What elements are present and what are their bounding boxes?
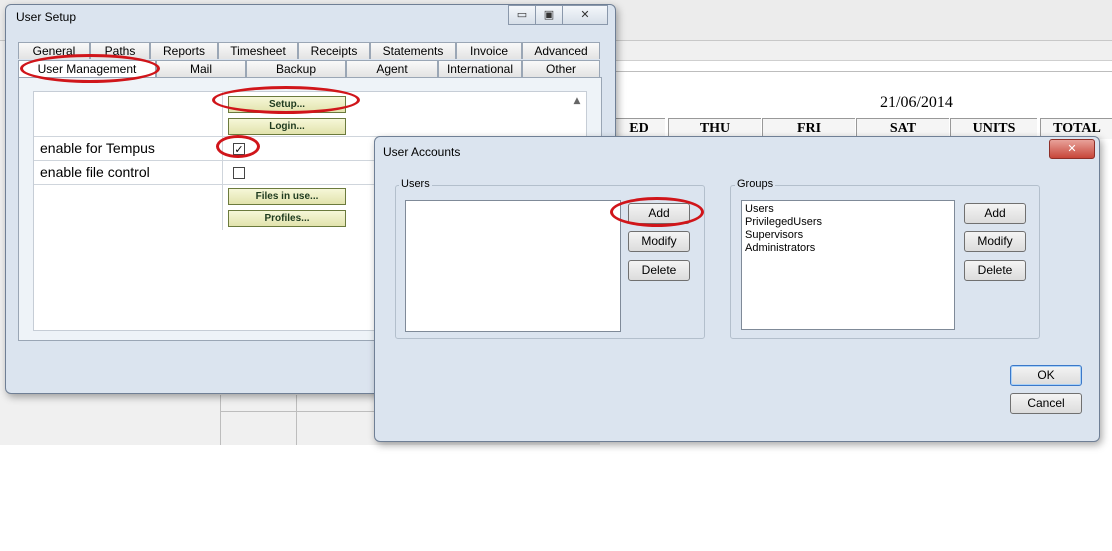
list-item[interactable]: Supervisors: [742, 229, 954, 242]
maximize-button[interactable]: ▣: [535, 5, 563, 25]
add-group-button[interactable]: Add: [964, 203, 1026, 224]
list-item[interactable]: PrivilegedUsers: [742, 216, 954, 229]
tab-international[interactable]: International: [438, 60, 522, 77]
checkmark-icon: ✓: [234, 143, 244, 156]
tab-user-management[interactable]: User Management: [18, 60, 156, 77]
groups-list[interactable]: Users PrivilegedUsers Supervisors Admini…: [741, 200, 955, 330]
tab-invoice[interactable]: Invoice: [456, 42, 522, 59]
tab-paths[interactable]: Paths: [90, 42, 150, 59]
groups-group-label: Groups: [735, 178, 776, 190]
modify-user-button[interactable]: Modify: [628, 231, 690, 252]
users-list[interactable]: [405, 200, 621, 332]
files-in-use-button[interactable]: Files in use...: [228, 188, 346, 205]
setup-button[interactable]: Setup...: [228, 96, 346, 113]
tab-receipts[interactable]: Receipts: [298, 42, 370, 59]
minimize-button[interactable]: ▭: [508, 5, 536, 25]
list-item[interactable]: Administrators: [742, 242, 954, 255]
tab-backup[interactable]: Backup: [246, 60, 346, 77]
enable-tempus-checkbox[interactable]: ✓: [233, 143, 245, 156]
user-setup-title: User Setup: [16, 10, 77, 24]
login-button[interactable]: Login...: [228, 118, 346, 135]
list-item[interactable]: Users: [742, 203, 954, 216]
profiles-button[interactable]: Profiles...: [228, 210, 346, 227]
tab-advanced[interactable]: Advanced: [522, 42, 600, 59]
scroll-up-arrow-icon[interactable]: ▲: [570, 94, 584, 108]
tab-mail[interactable]: Mail: [156, 60, 246, 77]
delete-user-button[interactable]: Delete: [628, 260, 690, 281]
user-accounts-title: User Accounts: [383, 145, 461, 159]
tab-statements[interactable]: Statements: [370, 42, 456, 59]
tab-reports[interactable]: Reports: [150, 42, 218, 59]
tab-general[interactable]: General: [18, 42, 90, 59]
modify-group-button[interactable]: Modify: [964, 231, 1026, 252]
user-accounts-dialog: User Accounts ✕ Users Add Modify Delete …: [374, 136, 1100, 442]
enable-tempus-label: enable for Tempus: [40, 140, 155, 156]
tab-agent[interactable]: Agent: [346, 60, 438, 77]
close-button[interactable]: ✕: [562, 5, 608, 25]
enable-file-control-checkbox[interactable]: [233, 167, 245, 179]
close-button[interactable]: ✕: [1049, 139, 1095, 159]
users-group-label: Users: [399, 178, 432, 190]
timesheet-date: 21/06/2014: [880, 94, 953, 111]
tab-timesheet[interactable]: Timesheet: [218, 42, 298, 59]
cancel-button[interactable]: Cancel: [1010, 393, 1082, 414]
add-user-button[interactable]: Add: [628, 203, 690, 224]
tab-other[interactable]: Other: [522, 60, 600, 77]
delete-group-button[interactable]: Delete: [964, 260, 1026, 281]
enable-file-control-label: enable file control: [40, 164, 150, 180]
ok-button[interactable]: OK: [1010, 365, 1082, 386]
